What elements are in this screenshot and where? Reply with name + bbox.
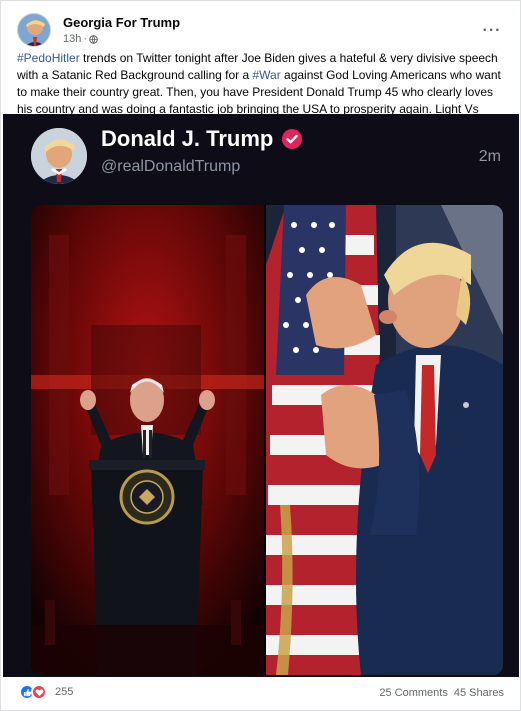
verified-badge-icon xyxy=(281,128,303,150)
post-image[interactable]: Donald J. Trump @realDonaldTrump 2m xyxy=(3,114,519,677)
post-footer: 255 25 Comments 45 Shares xyxy=(1,679,520,707)
tweet-name-text: Donald J. Trump xyxy=(101,126,274,151)
post-meta: 13h · xyxy=(63,33,98,45)
hashtag-link[interactable]: #War xyxy=(252,68,280,82)
post-header: Georgia For Trump 13h · ··· xyxy=(17,11,508,51)
page-avatar[interactable] xyxy=(17,13,51,47)
engagement-stats: 25 Comments 45 Shares xyxy=(379,687,504,699)
tweet-display-name: Donald J. Trump xyxy=(101,126,303,152)
post-time[interactable]: 13h xyxy=(63,33,81,45)
biden-speech-photo xyxy=(31,205,264,675)
tweet-handle: @realDonaldTrump xyxy=(101,158,241,175)
tweet-time: 2m xyxy=(478,148,501,165)
tweet-photo xyxy=(31,205,503,675)
facebook-post: Georgia For Trump 13h · ··· #PedoHitler … xyxy=(0,0,521,711)
tweet-avatar xyxy=(31,128,87,184)
comments-count-link[interactable]: 25 Comments xyxy=(379,687,447,699)
hashtag-link[interactable]: #PedoHitler xyxy=(17,51,80,65)
page-name[interactable]: Georgia For Trump xyxy=(63,15,180,30)
meta-separator: · xyxy=(83,33,88,45)
shares-count-link[interactable]: 45 Shares xyxy=(454,687,504,699)
reaction-count: 255 xyxy=(55,686,74,698)
love-reaction-icon xyxy=(31,684,47,700)
more-options-icon[interactable]: ··· xyxy=(478,17,506,45)
trump-flag-photo xyxy=(266,205,503,675)
reaction-summary[interactable]: 255 xyxy=(19,684,73,700)
globe-icon xyxy=(89,34,98,44)
